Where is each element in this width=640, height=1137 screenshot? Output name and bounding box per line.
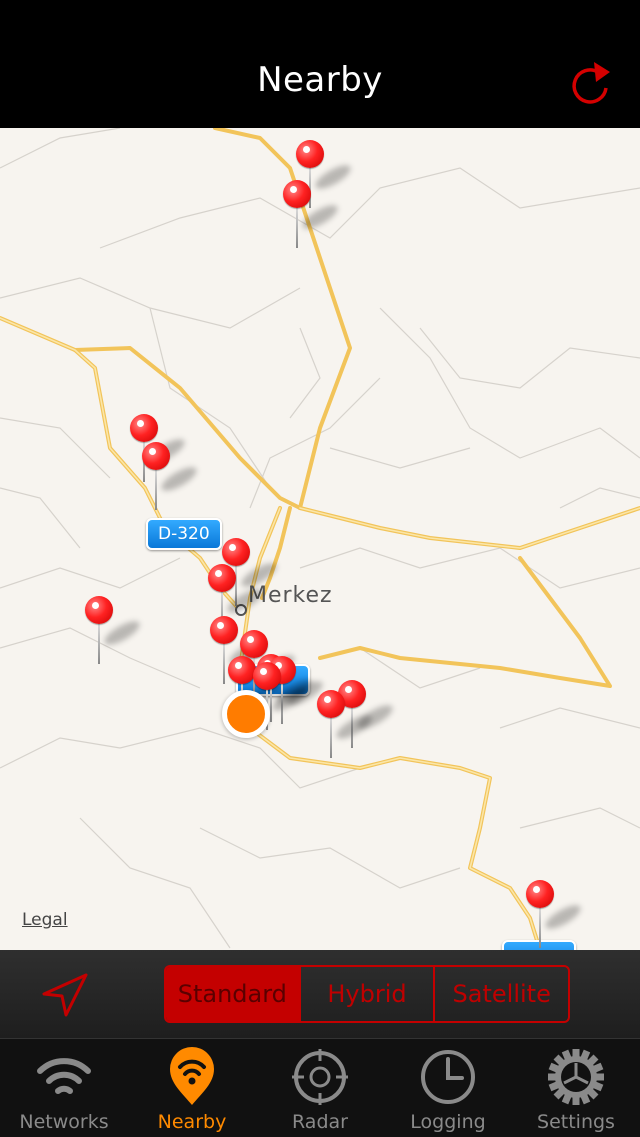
radar-icon (292, 1049, 348, 1105)
tab-settings[interactable]: Settings (512, 1039, 640, 1137)
tab-logging[interactable]: Logging (384, 1039, 512, 1137)
road-badge: D-320 (146, 518, 222, 550)
refresh-icon[interactable] (568, 58, 612, 108)
gear-icon (548, 1049, 604, 1105)
map-mode-standard[interactable]: Standard (166, 967, 301, 1021)
map-pin[interactable] (282, 180, 341, 250)
clock-icon (421, 1050, 475, 1104)
user-location-marker (222, 690, 270, 738)
wifi-icon (37, 1058, 91, 1094)
map-mode-hybrid[interactable]: Hybrid (301, 967, 436, 1021)
tab-bar: Networks Nearby Radar Logging Settings (0, 1038, 640, 1137)
tab-radar[interactable]: Radar (256, 1039, 384, 1137)
location-arrow-icon[interactable] (38, 972, 90, 1018)
map-pin[interactable] (141, 442, 200, 512)
nav-bar: Nearby (0, 0, 640, 128)
map-pin[interactable] (316, 690, 375, 760)
map-pin[interactable] (525, 880, 584, 950)
tab-nearby[interactable]: Nearby (128, 1039, 256, 1137)
tab-label: Settings (537, 1111, 615, 1133)
tab-label: Radar (292, 1111, 348, 1133)
map-toolbar: Standard Hybrid Satellite (0, 950, 640, 1038)
map-base (0, 128, 640, 950)
tab-networks[interactable]: Networks (0, 1039, 128, 1137)
tab-label: Networks (19, 1111, 109, 1133)
nearby-pin-icon (170, 1047, 214, 1105)
map-mode-selector[interactable]: Standard Hybrid Satellite (164, 965, 570, 1023)
page-title: Nearby (257, 60, 383, 100)
legal-link[interactable]: Legal (22, 910, 68, 930)
map-pin[interactable] (84, 596, 143, 666)
tab-label: Logging (410, 1111, 486, 1133)
map-mode-satellite[interactable]: Satellite (435, 967, 568, 1021)
map-view[interactable]: D-320 Merkez Legal (0, 128, 640, 950)
tab-label: Nearby (157, 1111, 227, 1133)
